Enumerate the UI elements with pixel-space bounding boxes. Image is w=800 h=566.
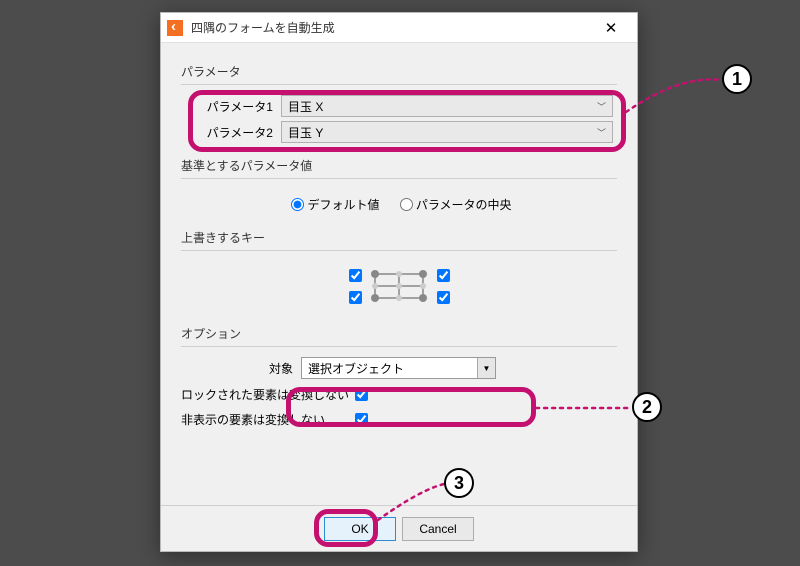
cancel-button[interactable]: Cancel — [402, 517, 474, 541]
key-top-left[interactable] — [349, 269, 362, 282]
divider — [181, 250, 617, 251]
radio-center-input[interactable] — [400, 198, 413, 211]
target-label: 対象 — [269, 360, 293, 377]
radio-center[interactable]: パラメータの中央 — [395, 198, 512, 212]
group-baseline-label: 基準とするパラメータ値 — [181, 157, 617, 174]
divider — [181, 178, 617, 179]
chevron-down-icon: ▼ — [477, 358, 495, 378]
divider — [181, 84, 617, 85]
close-button[interactable]: ✕ — [591, 13, 631, 42]
key-bottom-left[interactable] — [349, 291, 362, 304]
dialog-footer: OK Cancel — [161, 505, 637, 551]
param2-label: パラメータ2 — [201, 124, 281, 141]
chevron-down-icon: ﹀ — [597, 100, 606, 113]
lock-row: ロックされた要素は変換しない — [181, 385, 617, 404]
param1-value: 目玉 X — [288, 98, 323, 115]
titlebar: 四隅のフォームを自動生成 ✕ — [161, 13, 637, 43]
param1-label: パラメータ1 — [201, 98, 281, 115]
group-overwrite-label: 上書きするキー — [181, 229, 617, 246]
target-value: 選択オブジェクト — [308, 360, 404, 377]
target-row: 対象 選択オブジェクト ▼ — [181, 357, 617, 379]
target-combo[interactable]: 選択オブジェクト ▼ — [301, 357, 496, 379]
hidden-checkbox[interactable] — [355, 413, 368, 426]
group-options-label: オプション — [181, 325, 617, 342]
divider — [181, 346, 617, 347]
lock-checkbox[interactable] — [355, 388, 368, 401]
ok-button[interactable]: OK — [324, 517, 396, 541]
chevron-down-icon: ﹀ — [597, 126, 606, 139]
group-parameters-label: パラメータ — [181, 63, 617, 80]
param1-select[interactable]: 目玉 X ﹀ — [281, 95, 613, 117]
hidden-label: 非表示の要素は変換しない — [181, 411, 351, 428]
radio-default[interactable]: デフォルト値 — [286, 198, 379, 212]
radio-default-input[interactable] — [291, 198, 304, 211]
lock-label: ロックされた要素は変換しない — [181, 386, 351, 403]
dialog-content: パラメータ パラメータ1 目玉 X ﹀ パラメータ2 目玉 Y ﹀ 基準とするパ… — [161, 43, 637, 505]
param1-row: パラメータ1 目玉 X ﹀ — [201, 95, 613, 117]
hidden-row: 非表示の要素は変換しない — [181, 410, 617, 429]
param2-value: 目玉 Y — [288, 124, 323, 141]
app-icon — [167, 20, 183, 36]
key-top-right[interactable] — [437, 269, 450, 282]
key-bottom-right[interactable] — [437, 291, 450, 304]
annotation-1: 1 — [722, 64, 752, 94]
overwrite-grid — [181, 261, 617, 319]
param2-row: パラメータ2 目玉 Y ﹀ — [201, 121, 613, 143]
dialog-auto-generate-four-corners: 四隅のフォームを自動生成 ✕ パラメータ パラメータ1 目玉 X ﹀ パラメータ… — [160, 12, 638, 552]
baseline-radios: デフォルト値 パラメータの中央 — [181, 189, 617, 223]
key-dots-icon — [369, 266, 429, 306]
window-title: 四隅のフォームを自動生成 — [191, 19, 591, 36]
param2-select[interactable]: 目玉 Y ﹀ — [281, 121, 613, 143]
